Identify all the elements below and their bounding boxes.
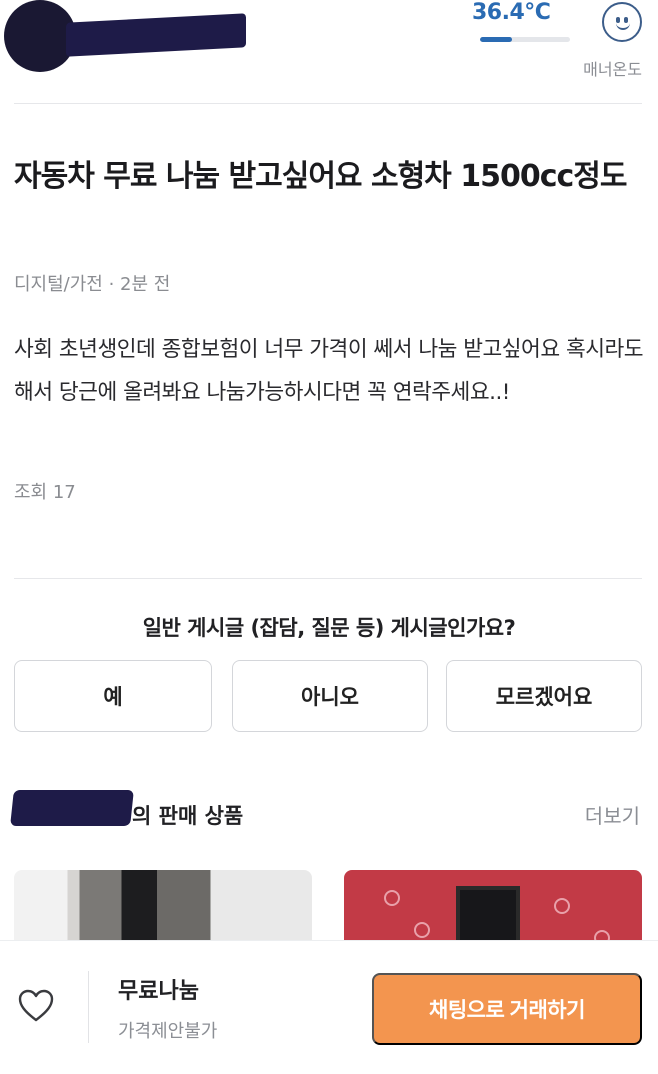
temperature-bar: [480, 37, 570, 42]
more-link[interactable]: 더보기: [585, 800, 640, 829]
post-title: 자동차 무료 나눔 받고싶어요 소형차 1500cc정도: [14, 159, 627, 194]
divider: [14, 103, 642, 104]
manner-label: 매너온도: [583, 60, 642, 79]
answer-dont-know-button[interactable]: 모르겠어요: [446, 660, 642, 732]
temperature-value: 36.4°C: [472, 0, 551, 25]
redacted-seller-name: [66, 13, 246, 57]
survey-question: 일반 게시글 (잡담, 질문 등) 게시글인가요?: [142, 616, 516, 640]
post-meta: 디지털/가전 · 2분 전: [14, 274, 171, 295]
seller-profile-row[interactable]: 36.4°C 매너온도: [0, 0, 658, 102]
temperature-bar-fill: [480, 37, 513, 42]
post-body: 사회 초년생인데 종합보험이 너무 가격이 쎄서 나눔 받고싶어요 혹시라도 해…: [14, 337, 644, 405]
products-heading: 의 판매 상품: [132, 804, 244, 828]
divider: [14, 578, 642, 579]
chat-trade-button[interactable]: 채팅으로 거래하기: [372, 973, 642, 1045]
heart-outline-icon[interactable]: [18, 989, 54, 1023]
bottom-action-bar: 무료나눔 가격제안불가 채팅으로 거래하기: [0, 940, 658, 1074]
view-count: 조회 17: [14, 482, 76, 503]
divider: [88, 971, 89, 1043]
answer-no-button[interactable]: 아니오: [232, 660, 428, 732]
smiling-face-icon: [602, 2, 642, 42]
price-note: 가격제안불가: [118, 1021, 218, 1042]
redacted-seller-name: [10, 790, 134, 826]
manner-temperature[interactable]: 36.4°C 매너온도: [472, 0, 642, 90]
price: 무료나눔: [118, 979, 199, 1004]
answer-yes-button[interactable]: 예: [14, 660, 212, 732]
